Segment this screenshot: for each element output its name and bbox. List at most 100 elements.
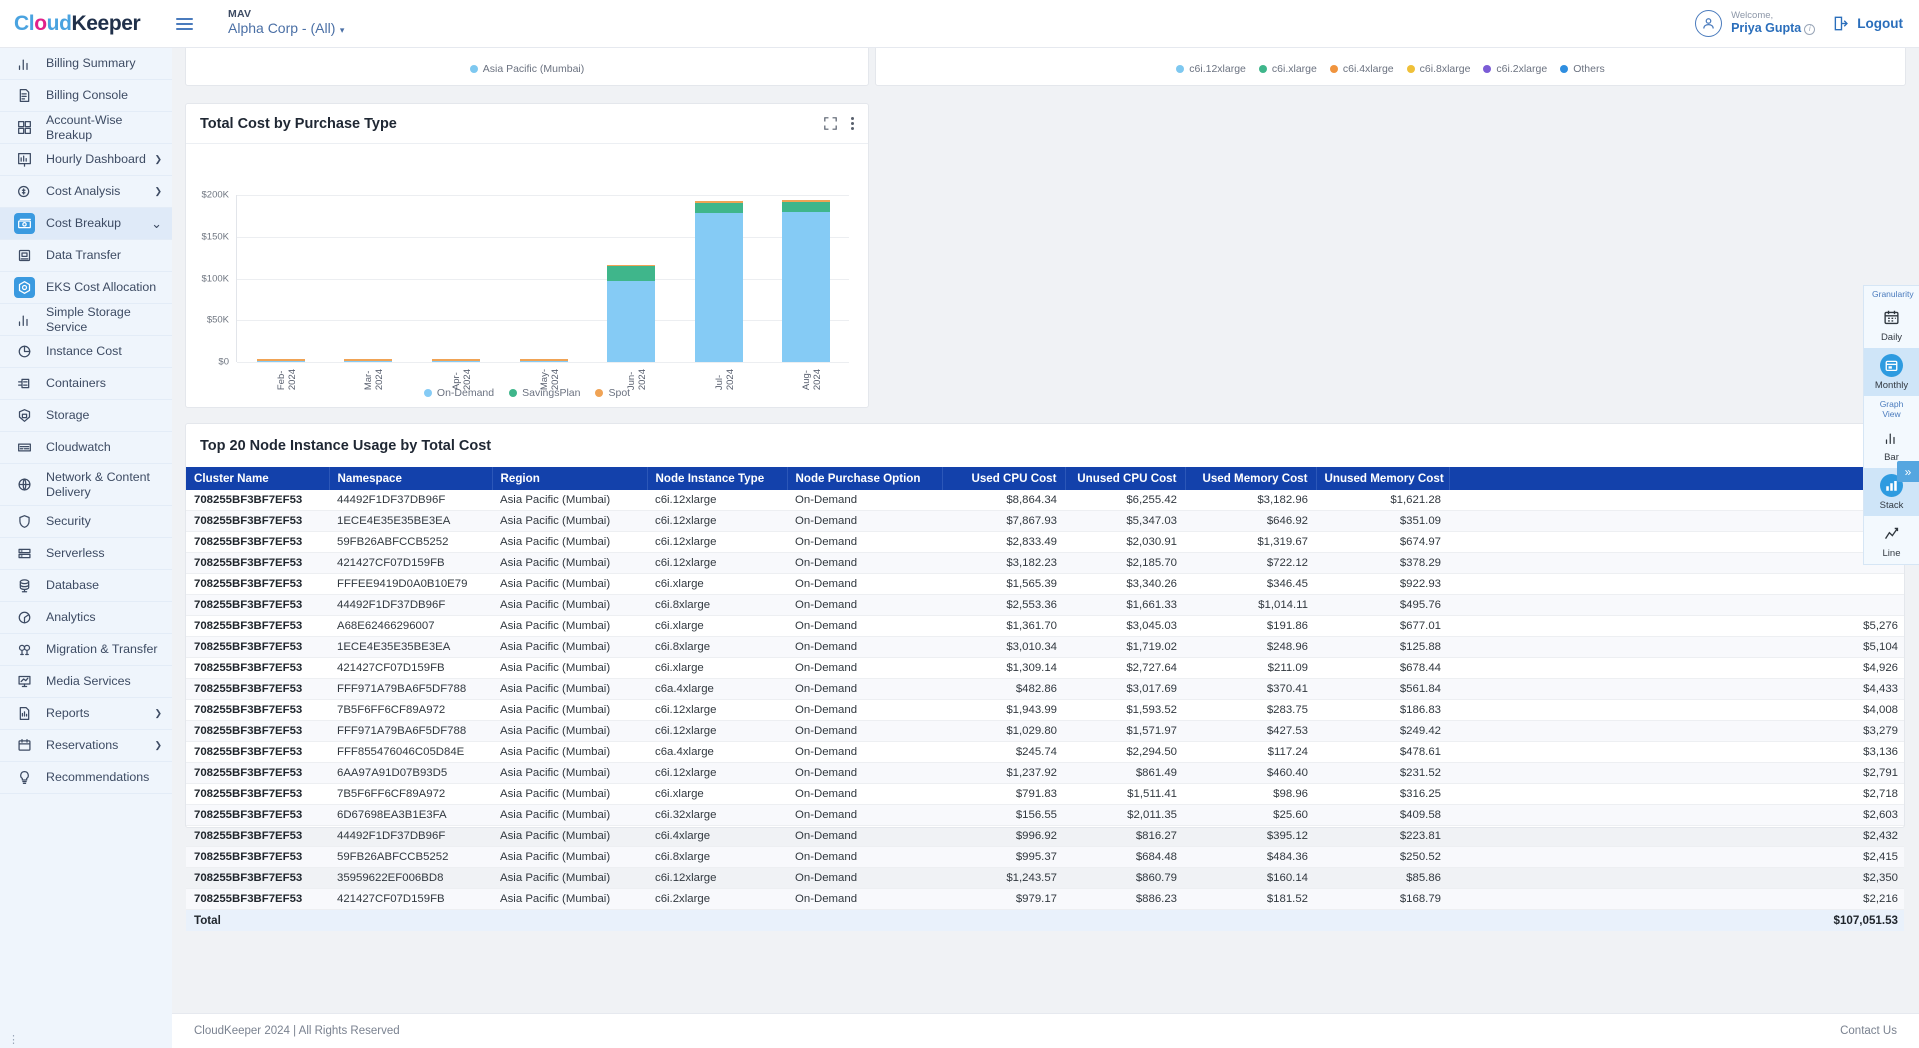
- sidebar-item-hourly-dashboard[interactable]: Hourly Dashboard❯: [0, 144, 172, 176]
- table-column-header[interactable]: Namespace: [329, 467, 492, 490]
- table-row[interactable]: 708255BF3BF7EF531ECE4E35E35BE3EAAsia Pac…: [186, 511, 1904, 532]
- chart-bar[interactable]: [432, 359, 480, 362]
- table-column-header[interactable]: Node Instance Type: [647, 467, 787, 490]
- table-column-header[interactable]: Unused Memory Cost: [1316, 467, 1449, 490]
- sidebar-item-simple-storage-service[interactable]: Simple Storage Service: [0, 304, 172, 336]
- sidebar-item-label: Reservations: [46, 738, 118, 753]
- contact-us-link[interactable]: Contact Us: [1840, 1025, 1897, 1037]
- table-row[interactable]: 708255BF3BF7EF53421427CF07D159FBAsia Pac…: [186, 889, 1904, 910]
- legend-color-dot: [1560, 65, 1568, 73]
- info-icon[interactable]: i: [1804, 24, 1815, 35]
- table-row[interactable]: 708255BF3BF7EF5344492F1DF37DB96FAsia Pac…: [186, 595, 1904, 616]
- table-cell: $351.09: [1316, 511, 1449, 532]
- table-row[interactable]: 708255BF3BF7EF537B5F6FF6CF89A972Asia Pac…: [186, 700, 1904, 721]
- sidebar-nav[interactable]: Billing SummaryBilling ConsoleAccount-Wi…: [0, 48, 172, 1048]
- table-column-header[interactable]: Used CPU Cost: [942, 467, 1065, 490]
- table-row[interactable]: 708255BF3BF7EF536D67698EA3B1E3FAAsia Pac…: [186, 805, 1904, 826]
- table-row[interactable]: 708255BF3BF7EF53A68E62466296007Asia Paci…: [186, 616, 1904, 637]
- sidebar-item-cost-breakup[interactable]: Cost Breakup⌄: [0, 208, 172, 240]
- sidebar-item-analytics[interactable]: Analytics: [0, 602, 172, 634]
- chart-bar[interactable]: [344, 359, 392, 362]
- sidebar-item-account-wise-breakup[interactable]: Account-Wise Breakup: [0, 112, 172, 144]
- sidebar-item-eks-cost-allocation[interactable]: EKS Cost Allocation: [0, 272, 172, 304]
- table-cell: Asia Pacific (Mumbai): [492, 700, 647, 721]
- sidebar-item-network-content-delivery[interactable]: Network & Content Delivery: [0, 464, 172, 506]
- sidebar-item-label: Network & Content Delivery: [46, 470, 162, 499]
- table-row[interactable]: 708255BF3BF7EF53FFF855476046C05D84EAsia …: [186, 742, 1904, 763]
- table-cell: c6a.4xlarge: [647, 679, 787, 700]
- sidebar-item-migration-transfer[interactable]: Migration & Transfer: [0, 634, 172, 666]
- legend-item[interactable]: c6i.4xlarge: [1330, 63, 1394, 75]
- table-row[interactable]: 708255BF3BF7EF5359FB26ABFCCB5252Asia Pac…: [186, 532, 1904, 553]
- table-column-header[interactable]: Used Memory Cost: [1185, 467, 1316, 490]
- legend-item[interactable]: Spot: [595, 387, 630, 399]
- table-row[interactable]: 708255BF3BF7EF5344492F1DF37DB96FAsia Pac…: [186, 826, 1904, 847]
- table-cell: Asia Pacific (Mumbai): [492, 826, 647, 847]
- table-column-header[interactable]: T: [1449, 467, 1904, 490]
- app-logo[interactable]: CloudKeeper: [0, 0, 172, 48]
- sidebar-item-storage[interactable]: Storage: [0, 400, 172, 432]
- table-scroll-container[interactable]: Cluster NameNamespaceRegionNode Instance…: [186, 467, 1904, 931]
- table-column-header[interactable]: Unused CPU Cost: [1065, 467, 1185, 490]
- chart-bar[interactable]: [607, 265, 655, 363]
- table-cell: $561.84: [1316, 679, 1449, 700]
- sidebar-item-label: Analytics: [46, 610, 96, 625]
- table-row[interactable]: 708255BF3BF7EF5344492F1DF37DB96FAsia Pac…: [186, 490, 1904, 511]
- sidebar-item-cost-analysis[interactable]: Cost Analysis❯: [0, 176, 172, 208]
- table-row[interactable]: 708255BF3BF7EF53421427CF07D159FBAsia Pac…: [186, 658, 1904, 679]
- table-row[interactable]: 708255BF3BF7EF5335959622EF006BD8Asia Pac…: [186, 868, 1904, 889]
- expand-icon[interactable]: [824, 117, 837, 130]
- chart-bar[interactable]: [257, 359, 305, 362]
- chart-bar[interactable]: [782, 200, 830, 362]
- table-row[interactable]: 708255BF3BF7EF53FFF971A79BA6F5DF788Asia …: [186, 679, 1904, 700]
- table-cell: $460.40: [1185, 763, 1316, 784]
- chart-bar[interactable]: [520, 359, 568, 362]
- legend-item[interactable]: c6i.2xlarge: [1483, 63, 1547, 75]
- menu-toggle-icon[interactable]: [176, 0, 204, 48]
- chart-bar[interactable]: [695, 201, 743, 362]
- table-row[interactable]: 708255BF3BF7EF53FFFEE9419D0A0B10E79Asia …: [186, 574, 1904, 595]
- sidebar-item-billing-summary[interactable]: Billing Summary: [0, 48, 172, 80]
- table-column-header[interactable]: Node Purchase Option: [787, 467, 942, 490]
- legend-item[interactable]: c6i.xlarge: [1259, 63, 1317, 75]
- user-profile[interactable]: Welcome, Priya Guptai: [1695, 10, 1815, 37]
- card-cost-by-instance-type: FeMaApMaJuJuA c6i.12xlargec6i.xlargec6i.…: [875, 48, 1906, 86]
- legend-item[interactable]: c6i.8xlarge: [1407, 63, 1471, 75]
- account-selector[interactable]: MAV Alpha Corp - (All) ▾: [228, 8, 344, 38]
- sidebar-item-security[interactable]: Security: [0, 506, 172, 538]
- table-row[interactable]: 708255BF3BF7EF5359FB26ABFCCB5252Asia Pac…: [186, 847, 1904, 868]
- legend-item[interactable]: SavingsPlan: [509, 387, 580, 399]
- sidebar-item-cloudwatch[interactable]: Cloudwatch: [0, 432, 172, 464]
- kebab-menu-icon[interactable]: [851, 117, 854, 130]
- table-row[interactable]: 708255BF3BF7EF536AA97A91D07B93D5Asia Pac…: [186, 763, 1904, 784]
- legend-item[interactable]: On-Demand: [424, 387, 494, 399]
- sidebar-item-recommendations[interactable]: Recommendations: [0, 762, 172, 794]
- table-row[interactable]: 708255BF3BF7EF537B5F6FF6CF89A972Asia Pac…: [186, 784, 1904, 805]
- table-cell: $3,182.96: [1185, 490, 1316, 511]
- table-column-header[interactable]: Cluster Name: [186, 467, 329, 490]
- sidebar-item-containers[interactable]: Containers: [0, 368, 172, 400]
- control-option-daily[interactable]: Daily: [1864, 300, 1919, 348]
- sidebar-item-list: Billing SummaryBilling ConsoleAccount-Wi…: [0, 48, 172, 794]
- control-option-line[interactable]: Line: [1864, 516, 1919, 564]
- legend-item[interactable]: c6i.12xlarge: [1176, 63, 1246, 75]
- legend-item[interactable]: Asia Pacific (Mumbai): [470, 63, 585, 75]
- sidebar-item-media-services[interactable]: Media Services: [0, 666, 172, 698]
- legend-item[interactable]: Others: [1560, 63, 1605, 75]
- control-option-monthly[interactable]: Monthly: [1864, 348, 1919, 396]
- table-row[interactable]: 708255BF3BF7EF53421427CF07D159FBAsia Pac…: [186, 553, 1904, 574]
- sidebar-item-instance-cost[interactable]: Instance Cost: [0, 336, 172, 368]
- sidebar-item-reports[interactable]: Reports❯: [0, 698, 172, 730]
- table-column-header[interactable]: Region: [492, 467, 647, 490]
- logout-button[interactable]: Logout: [1833, 16, 1903, 31]
- sidebar-item-data-transfer[interactable]: Data Transfer: [0, 240, 172, 272]
- sidebar-item-database[interactable]: Database: [0, 570, 172, 602]
- table-row[interactable]: 708255BF3BF7EF531ECE4E35E35BE3EAAsia Pac…: [186, 637, 1904, 658]
- table-cell: $1,029.80: [942, 721, 1065, 742]
- sidebar-item-serverless[interactable]: Serverless: [0, 538, 172, 570]
- sidebar-item-billing-console[interactable]: Billing Console: [0, 80, 172, 112]
- panel-expand-button[interactable]: »: [1897, 461, 1919, 482]
- table-row[interactable]: 708255BF3BF7EF53FFF971A79BA6F5DF788Asia …: [186, 721, 1904, 742]
- sidebar-item-reservations[interactable]: Reservations❯: [0, 730, 172, 762]
- table-cell: $816.27: [1065, 826, 1185, 847]
